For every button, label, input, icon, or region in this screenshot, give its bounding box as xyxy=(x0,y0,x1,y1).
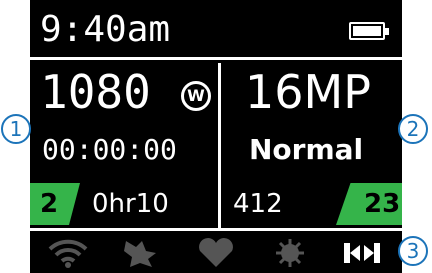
ant-sensor-icon[interactable] xyxy=(118,237,162,269)
callout-1: 1 xyxy=(1,114,31,144)
video-duration: 00:00:00 xyxy=(42,133,177,166)
settings-icon[interactable] xyxy=(268,237,312,269)
photos-remaining: 412 xyxy=(233,189,283,219)
photo-count: 23 xyxy=(364,189,401,219)
callout-3: 3 xyxy=(398,236,428,266)
device-screen: 9:40am 1080 W 00:00:00 2 0hr10 16MP Norm… xyxy=(30,0,402,273)
clip-count: 2 xyxy=(40,189,59,219)
clock-time: 9:40am xyxy=(40,9,171,50)
status-bar: 9:40am xyxy=(30,0,402,60)
video-time-remaining: 0hr10 xyxy=(92,189,169,219)
photo-mode: Normal xyxy=(249,133,364,166)
video-panel[interactable]: 1080 W 00:00:00 2 0hr10 xyxy=(30,63,218,228)
icon-toolbar xyxy=(30,231,402,273)
video-resolution: 1080 xyxy=(40,65,151,119)
wide-mode-badge: W xyxy=(181,81,211,111)
battery-icon xyxy=(349,22,389,40)
heart-rate-icon[interactable] xyxy=(194,237,238,269)
video-loop-icon[interactable] xyxy=(340,237,384,269)
callout-2: 2 xyxy=(398,114,428,144)
wifi-icon[interactable] xyxy=(46,237,90,269)
photo-panel[interactable]: 16MP Normal 412 23 xyxy=(221,63,402,228)
photo-resolution: 16MP xyxy=(245,65,371,119)
